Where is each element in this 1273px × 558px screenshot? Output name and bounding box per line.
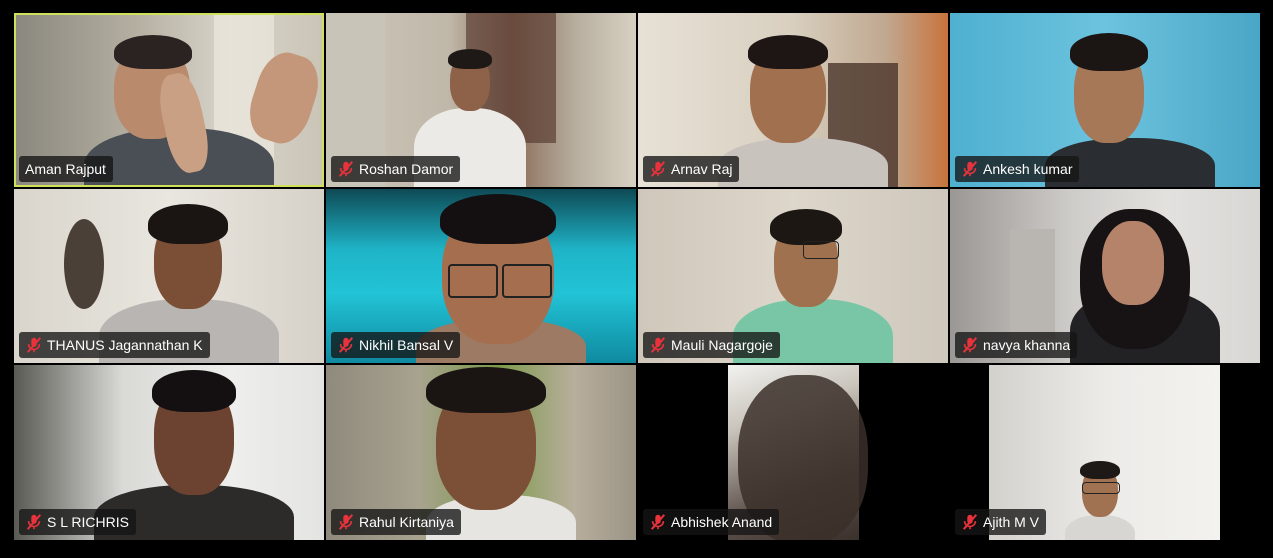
participant-name: S L RICHRIS: [47, 514, 129, 530]
participant-name-tag: S L RICHRIS: [19, 509, 136, 535]
video-tile-ankesh-kumar[interactable]: Ankesh kumar: [950, 13, 1260, 187]
participant-name-tag: Rahul Kirtaniya: [331, 509, 461, 535]
microphone-muted-icon: [338, 514, 354, 530]
microphone-muted-icon: [338, 337, 354, 353]
video-tile-abhishek-anand[interactable]: Abhishek Anand: [638, 365, 948, 540]
participant-name-tag: Ankesh kumar: [955, 156, 1080, 182]
participant-name-tag: Abhishek Anand: [643, 509, 780, 535]
video-tile-thanus-jagannathan-k[interactable]: THANUS Jagannathan K: [14, 189, 324, 363]
participant-name: Ankesh kumar: [983, 161, 1073, 177]
participant-name-tag: Ajith M V: [955, 509, 1047, 535]
microphone-muted-icon: [650, 337, 666, 353]
participant-name-tag: Nikhil Bansal V: [331, 332, 461, 358]
participant-name: Arnav Raj: [671, 161, 733, 177]
video-tile-ajith-m-v[interactable]: Ajith M V: [950, 365, 1260, 540]
microphone-muted-icon: [962, 514, 978, 530]
video-tile-navya-khanna[interactable]: navya khanna: [950, 189, 1260, 363]
participant-name-tag: THANUS Jagannathan K: [19, 332, 210, 358]
video-tile-roshan-damor[interactable]: Roshan Damor: [326, 13, 636, 187]
video-tile-mauli-nagargoje[interactable]: Mauli Nagargoje: [638, 189, 948, 363]
video-tile-s-l-richris[interactable]: S L RICHRIS: [14, 365, 324, 540]
video-tile-nikhil-bansal-v[interactable]: Nikhil Bansal V: [326, 189, 636, 363]
participant-name: Nikhil Bansal V: [359, 337, 454, 353]
microphone-muted-icon: [650, 514, 666, 530]
microphone-muted-icon: [26, 337, 42, 353]
participant-name-tag: Mauli Nagargoje: [643, 332, 780, 358]
participant-name-tag: Aman Rajput: [19, 156, 113, 182]
participant-name: THANUS Jagannathan K: [47, 337, 203, 353]
video-tile-aman-rajput[interactable]: Aman Rajput: [14, 13, 324, 187]
participant-name: Abhishek Anand: [671, 514, 773, 530]
participant-name-tag: navya khanna: [955, 332, 1078, 358]
participant-name: Ajith M V: [983, 514, 1040, 530]
participant-name: Aman Rajput: [25, 161, 106, 177]
participant-name-tag: Roshan Damor: [331, 156, 461, 182]
microphone-muted-icon: [962, 161, 978, 177]
participant-name: Mauli Nagargoje: [671, 337, 773, 353]
participant-name: Roshan Damor: [359, 161, 454, 177]
video-tile-arnav-raj[interactable]: Arnav Raj: [638, 13, 948, 187]
participant-name: navya khanna: [983, 337, 1071, 353]
microphone-muted-icon: [338, 161, 354, 177]
microphone-muted-icon: [650, 161, 666, 177]
microphone-muted-icon: [962, 337, 978, 353]
microphone-muted-icon: [26, 514, 42, 530]
video-tile-rahul-kirtaniya[interactable]: Rahul Kirtaniya: [326, 365, 636, 540]
video-gallery: Aman Rajput Roshan Damor Arnav Raj Ankes…: [14, 13, 1262, 540]
participant-name: Rahul Kirtaniya: [359, 514, 454, 530]
participant-name-tag: Arnav Raj: [643, 156, 740, 182]
